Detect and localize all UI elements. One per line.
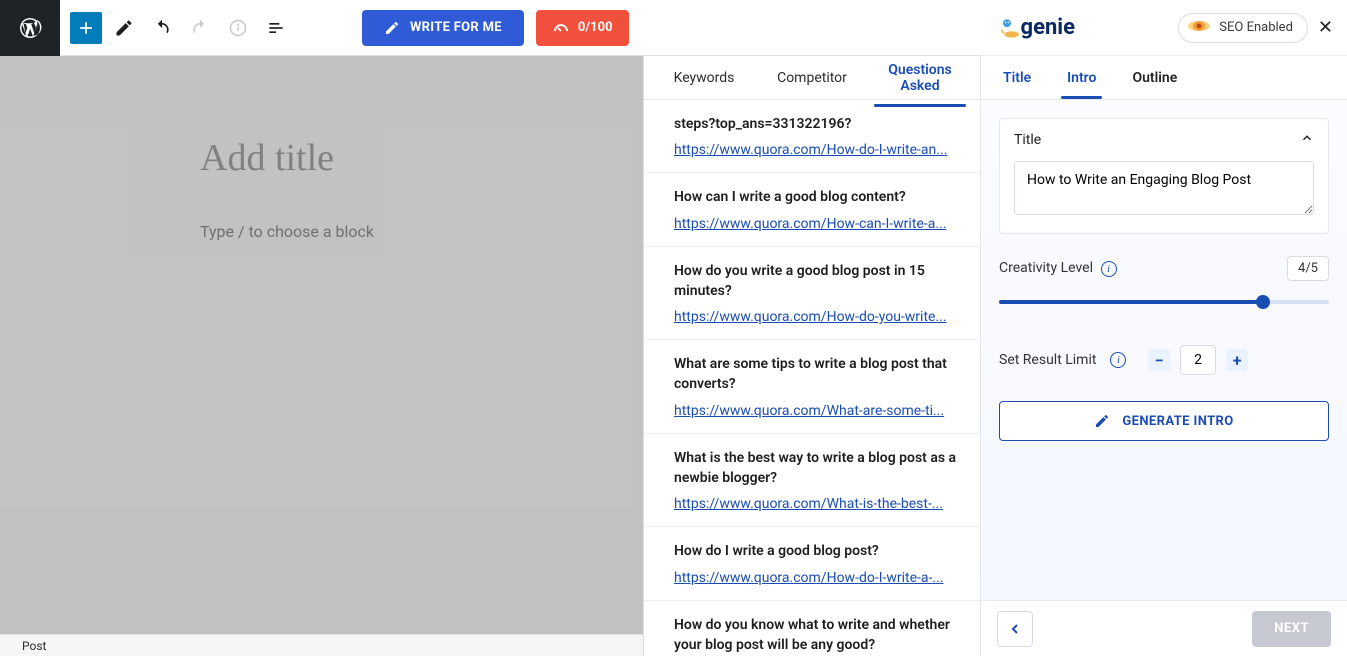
question-link[interactable]: https://www.quora.com/How-do-you-write..… (674, 309, 960, 325)
next-button[interactable]: NEXT (1252, 611, 1331, 647)
edit-mode-button[interactable] (108, 12, 140, 44)
tab-competitor[interactable]: Competitor (758, 58, 866, 98)
question-item: How do you write a good blog post in 15 … (644, 247, 980, 341)
result-limit-label: Set Result Limit (999, 352, 1096, 368)
title-card: Title (999, 118, 1329, 234)
seo-enabled-icon (1187, 18, 1211, 38)
subtab-title[interactable]: Title (1001, 58, 1033, 98)
question-text: How can I write a good blog content? (674, 187, 960, 207)
question-link[interactable]: https://www.quora.com/What-is-the-best-.… (674, 496, 960, 512)
close-panel-button[interactable]: ✕ (1318, 17, 1333, 38)
redo-button[interactable] (184, 12, 216, 44)
generate-intro-label: GENERATE INTRO (1122, 414, 1233, 429)
write-for-me-button[interactable]: WRITE FOR ME (362, 10, 524, 46)
question-item: steps?top_ans=331322196? https://www.quor… (644, 100, 980, 173)
question-item: What is the best way to write a blog pos… (644, 434, 980, 528)
creativity-label: Creativity Level (999, 260, 1093, 276)
title-section-label: Title (1014, 132, 1041, 148)
question-item: How do you know what to write and whethe… (644, 601, 980, 656)
back-button[interactable] (997, 611, 1033, 647)
question-link[interactable]: https://www.quora.com/How-can-I-write-a.… (674, 216, 960, 232)
question-item: How do I write a good blog post? https://… (644, 527, 980, 600)
outline-button[interactable] (260, 12, 292, 44)
title-input[interactable] (1014, 161, 1314, 215)
seo-enabled-label: SEO Enabled (1219, 20, 1293, 35)
generate-intro-button[interactable]: GENERATE INTRO (999, 401, 1329, 441)
add-block-button[interactable] (70, 12, 102, 44)
question-text: What is the best way to write a blog pos… (674, 448, 960, 489)
limit-decrement-button[interactable]: − (1148, 349, 1170, 371)
question-text: How do you write a good blog post in 15 … (674, 261, 960, 302)
seo-score-button[interactable]: 0/100 (536, 10, 629, 46)
subtab-intro[interactable]: Intro (1065, 58, 1098, 98)
tab-questions-asked[interactable]: Questions Asked (866, 50, 974, 106)
question-link[interactable]: https://www.quora.com/How-do-I-write-an.… (674, 142, 960, 158)
wordpress-logo[interactable] (0, 0, 60, 56)
question-link[interactable]: https://www.quora.com/What-are-some-ti..… (674, 403, 960, 419)
creativity-value: 4/5 (1287, 256, 1329, 281)
info-icon[interactable]: i (1110, 352, 1126, 368)
questions-list[interactable]: steps?top_ans=331322196? https://www.quor… (644, 100, 980, 656)
question-item: What are some tips to write a blog post … (644, 340, 980, 434)
title-card-header[interactable]: Title (1000, 119, 1328, 161)
limit-input[interactable] (1180, 345, 1216, 375)
question-text: How do you know what to write and whethe… (674, 615, 960, 656)
tab-keywords[interactable]: Keywords (650, 58, 758, 98)
question-link[interactable]: https://www.quora.com/How-do-I-write-a-.… (674, 570, 960, 586)
limit-increment-button[interactable]: + (1226, 349, 1248, 371)
question-item: How can I write a good blog content? http… (644, 173, 980, 246)
question-text: What are some tips to write a blog post … (674, 354, 960, 395)
info-button[interactable] (222, 12, 254, 44)
question-text: steps?top_ans=331322196? (674, 114, 960, 134)
write-for-me-label: WRITE FOR ME (410, 20, 502, 35)
chevron-up-icon (1300, 131, 1314, 149)
undo-button[interactable] (146, 12, 178, 44)
info-icon[interactable]: i (1101, 261, 1117, 277)
genie-brand-text: genie (1021, 15, 1075, 40)
genie-logo: genie (995, 12, 1075, 44)
editor-dim-overlay (0, 56, 643, 656)
breadcrumb[interactable]: Post (0, 634, 643, 656)
seo-enabled-pill[interactable]: SEO Enabled (1178, 13, 1308, 43)
creativity-slider[interactable] (999, 295, 1329, 309)
question-text: How do I write a good blog post? (674, 541, 960, 561)
subtab-outline[interactable]: Outline (1130, 58, 1179, 98)
seo-score-value: 0/100 (578, 20, 613, 35)
